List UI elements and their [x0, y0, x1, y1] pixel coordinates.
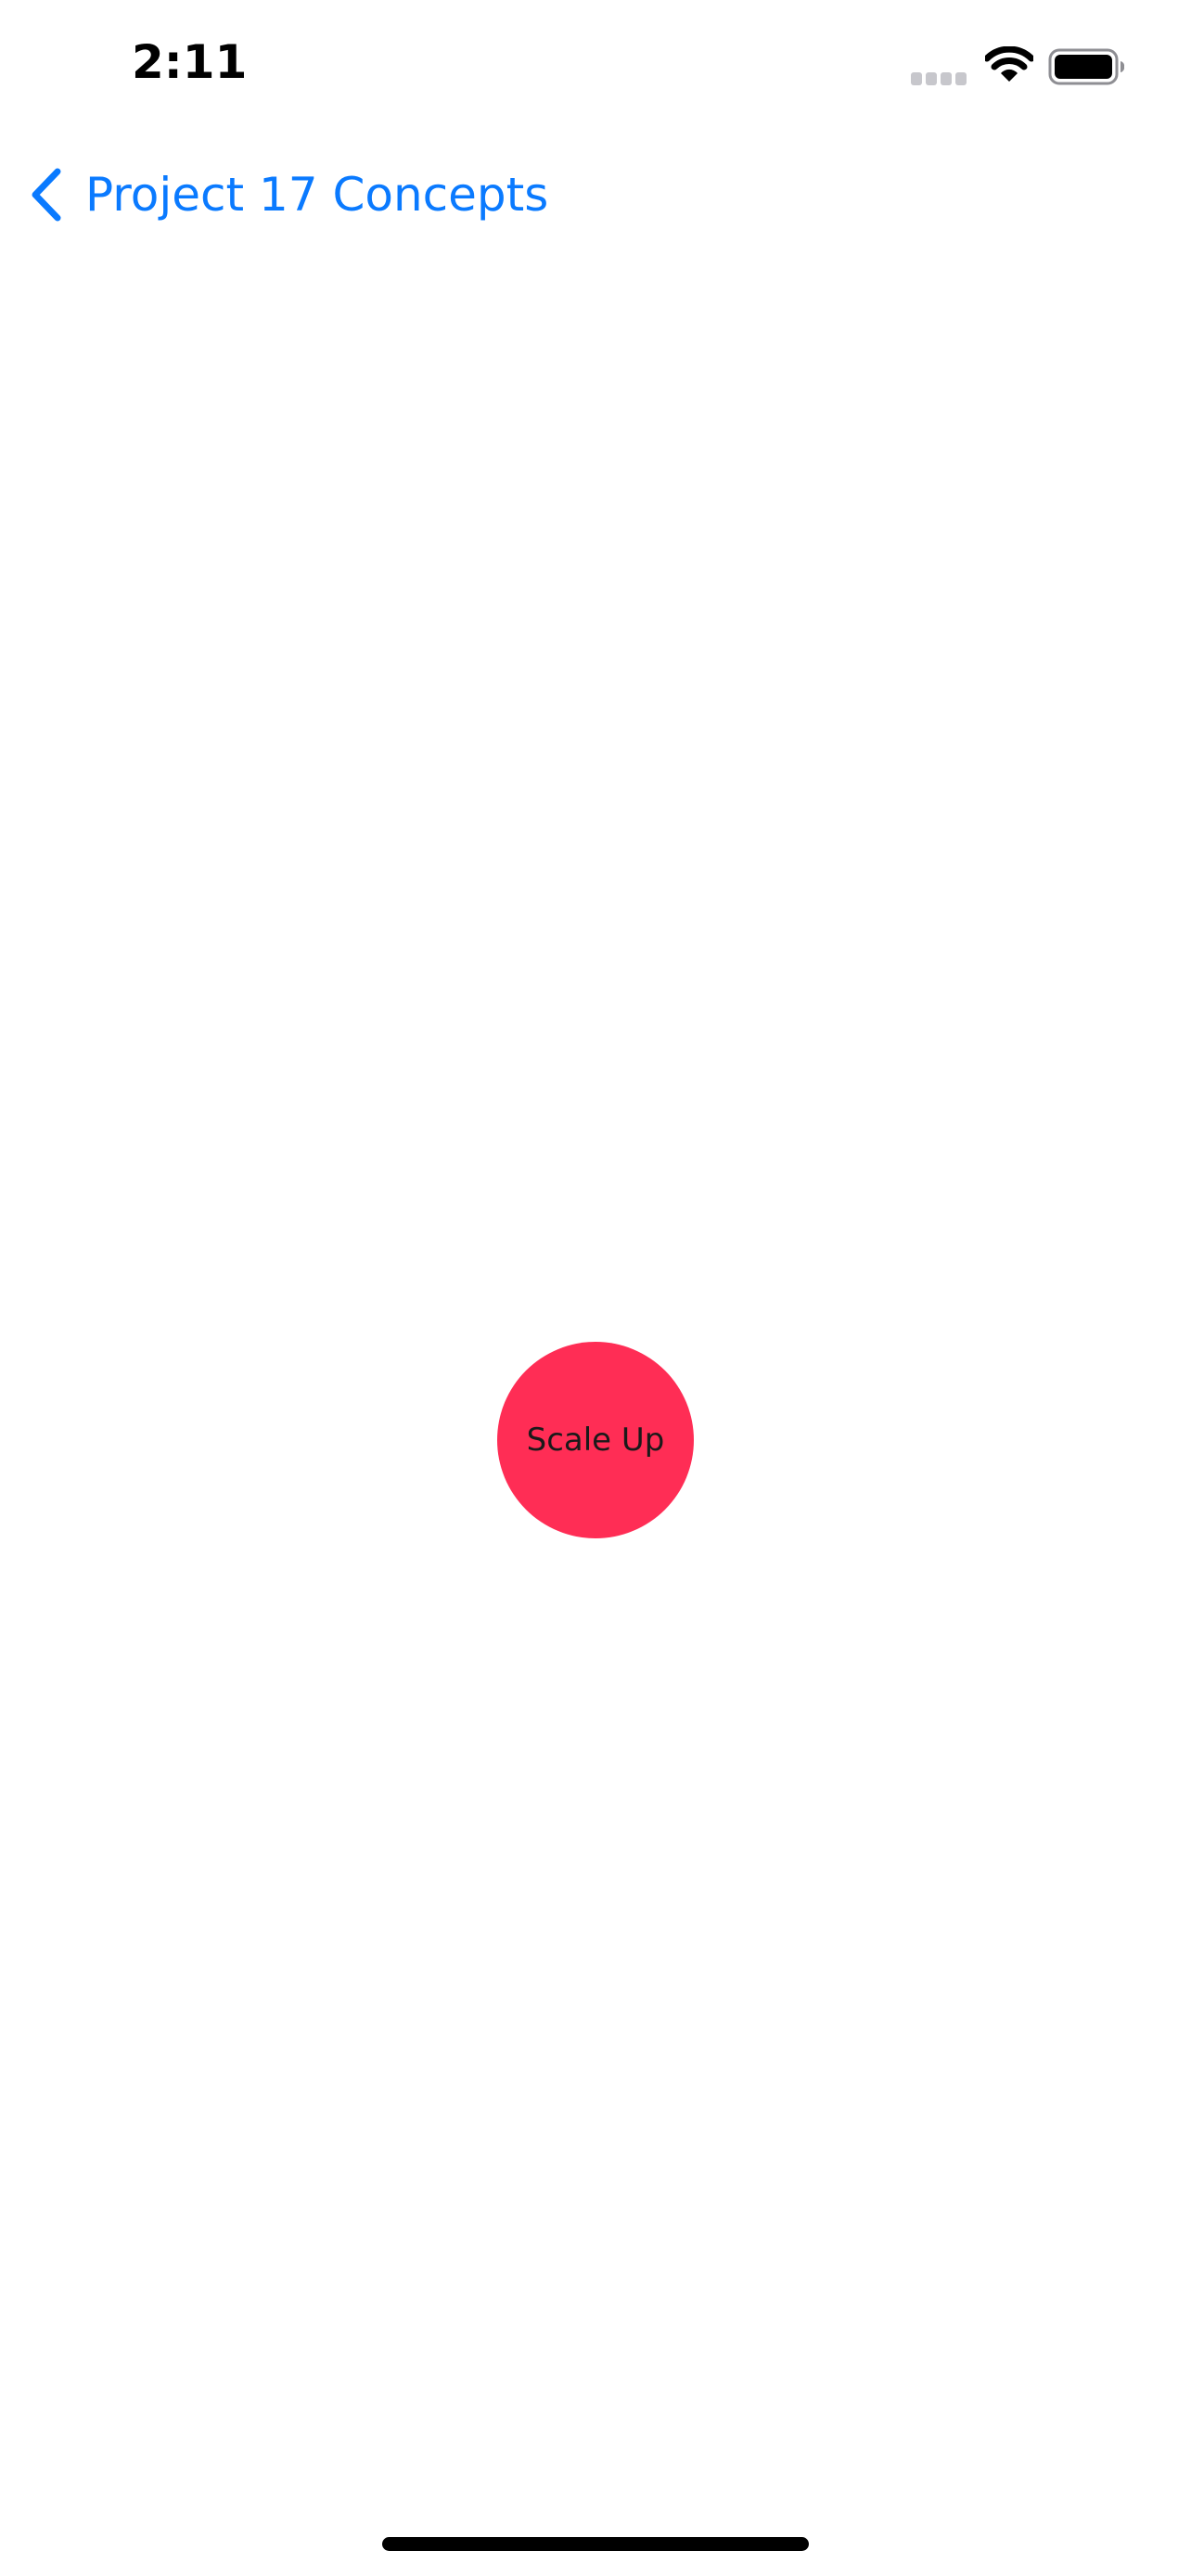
- navigation-bar: Project 17 Concepts: [0, 148, 1191, 241]
- wifi-icon: [985, 46, 1033, 82]
- status-bar: 2:11: [0, 0, 1191, 130]
- back-button[interactable]: Project 17 Concepts: [28, 148, 548, 241]
- cellular-signal-icon: [911, 72, 967, 85]
- back-button-label: Project 17 Concepts: [85, 168, 549, 222]
- scale-up-button[interactable]: Scale Up: [497, 1342, 694, 1538]
- home-indicator: [382, 2537, 809, 2551]
- status-time: 2:11: [132, 35, 248, 89]
- scale-up-label: Scale Up: [526, 1422, 665, 1459]
- chevron-left-icon: [32, 168, 61, 222]
- battery-icon: [1048, 48, 1125, 85]
